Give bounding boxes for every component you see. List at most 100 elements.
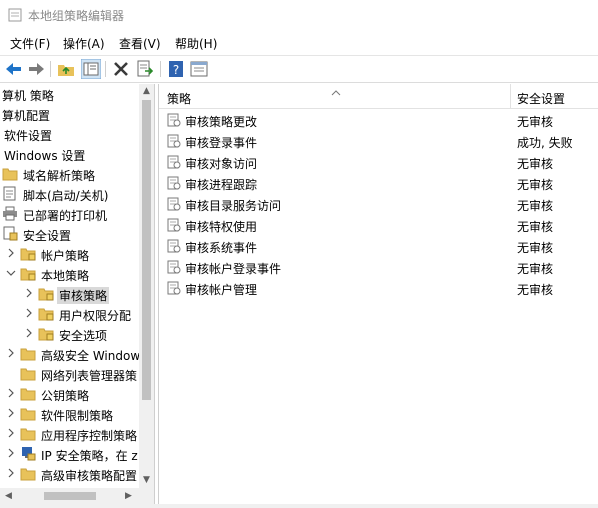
tree-item-windows-settings[interactable]: Windows 设置 <box>0 144 139 164</box>
tree-item-printers[interactable]: 已部署的打印机 <box>0 204 139 224</box>
policy-value: 无审核 <box>517 115 554 129</box>
tree-item-local-policies[interactable]: 本地策略 <box>0 264 139 284</box>
chevron-right-icon[interactable] <box>24 308 34 318</box>
menu-help[interactable]: 帮助(H) <box>175 35 217 52</box>
scrollbar-thumb[interactable] <box>142 100 151 400</box>
column-header-security-setting[interactable]: 安全设置 <box>517 90 565 107</box>
tree-vertical-scrollbar[interactable]: ▲ ▼ <box>139 84 154 488</box>
export-list-icon[interactable] <box>135 59 155 79</box>
policy-folder-icon <box>38 326 54 341</box>
title-bar: 本地组策略编辑器 <box>0 0 598 30</box>
properties-icon[interactable] <box>189 59 209 79</box>
tree-item-software-restriction[interactable]: 软件限制策略 <box>0 404 139 424</box>
policy-name: 审核对象访问 <box>185 157 258 171</box>
tree-item-account-policies[interactable]: 帐户策略 <box>0 244 139 264</box>
tree-item-label: 应用程序控制策略 <box>41 429 138 443</box>
tree-item-security-settings[interactable]: 安全设置 <box>0 224 139 244</box>
tree-item-label: 帐户策略 <box>41 249 90 263</box>
scroll-right-arrow-icon[interactable]: ▶ <box>124 492 133 501</box>
tree-item-user-rights[interactable]: 用户权限分配 <box>0 304 139 324</box>
policy-setting-icon <box>167 218 181 232</box>
tree-item-label: 脚本(启动/关机) <box>23 189 109 203</box>
policy-setting-icon <box>167 113 181 127</box>
policy-setting-icon <box>167 176 181 190</box>
chevron-right-icon[interactable] <box>24 328 34 338</box>
show-hide-tree-icon[interactable] <box>81 59 101 79</box>
chevron-right-icon[interactable] <box>6 348 16 358</box>
tree-item-computer-config[interactable]: 算机配置 <box>0 104 139 124</box>
policy-name: 审核进程跟踪 <box>185 178 258 192</box>
menu-view[interactable]: 查看(V) <box>119 35 161 52</box>
forward-arrow-icon[interactable] <box>26 59 46 79</box>
policy-value: 无审核 <box>517 262 554 276</box>
folder-icon <box>20 366 36 381</box>
folder-icon <box>20 346 36 361</box>
policy-setting-icon <box>167 134 181 148</box>
column-divider[interactable] <box>510 84 511 108</box>
tree-item-name-resolution[interactable]: 域名解析策略 <box>0 164 139 184</box>
scroll-left-arrow-icon[interactable]: ◀ <box>4 492 13 501</box>
tree-item-software-settings[interactable]: 软件设置 <box>0 124 139 144</box>
tree-item-audit-policy[interactable]: 审核策略 <box>0 284 139 304</box>
back-arrow-icon[interactable] <box>4 59 24 79</box>
printer-icon <box>2 206 18 221</box>
policy-row[interactable]: 审核策略更改 无审核 <box>159 110 598 131</box>
tree-item-public-key[interactable]: 公钥策略 <box>0 384 139 404</box>
tree-item-ip-security[interactable]: IP 安全策略，在 z <box>0 444 139 464</box>
chevron-right-icon[interactable] <box>6 448 16 458</box>
window-bottom-border <box>0 504 598 508</box>
tree-item-advanced-firewall[interactable]: 高级安全 Window <box>0 344 140 364</box>
chevron-right-icon[interactable] <box>6 408 16 418</box>
chevron-right-icon[interactable] <box>6 248 16 258</box>
policy-list-pane: 策略 安全设置 审核策略更改 无审核 审核登录事件 成功, 失败 审核对象访问 … <box>158 84 598 508</box>
policy-name: 审核帐户登录事件 <box>185 262 282 276</box>
tree-item-computer-policy[interactable]: 算机 策略 <box>0 84 139 104</box>
chevron-right-icon[interactable] <box>6 388 16 398</box>
policy-value: 无审核 <box>517 220 554 234</box>
chevron-right-icon[interactable] <box>24 288 34 298</box>
column-header-policy[interactable]: 策略 <box>167 90 191 107</box>
tree-item-label: 算机配置 <box>2 109 51 123</box>
folder-icon <box>20 426 36 441</box>
policy-row[interactable]: 审核特权使用 无审核 <box>159 215 598 236</box>
scrollbar-thumb[interactable] <box>44 492 96 500</box>
policy-value: 成功, 失败 <box>517 136 573 150</box>
tree-item-label: 域名解析策略 <box>23 169 96 183</box>
policy-value: 无审核 <box>517 241 554 255</box>
scroll-up-arrow-icon[interactable]: ▲ <box>142 87 151 96</box>
tree-item-label: 网络列表管理器策 <box>41 369 138 383</box>
policy-row[interactable]: 审核登录事件 成功, 失败 <box>159 131 598 152</box>
tree-horizontal-scrollbar[interactable]: ◀ ▶ <box>0 488 139 504</box>
up-folder-icon[interactable] <box>56 59 76 79</box>
menu-file[interactable]: 文件(F) <box>10 35 50 52</box>
policy-row[interactable]: 审核目录服务访问 无审核 <box>159 194 598 215</box>
policy-setting-icon <box>167 281 181 295</box>
chevron-right-icon[interactable] <box>6 428 16 438</box>
chevron-right-icon[interactable] <box>6 468 16 478</box>
tree-item-security-options[interactable]: 安全选项 <box>0 324 139 344</box>
policy-row[interactable]: 审核对象访问 无审核 <box>159 152 598 173</box>
policy-row[interactable]: 审核系统事件 无审核 <box>159 236 598 257</box>
scroll-down-arrow-icon[interactable]: ▼ <box>142 476 151 485</box>
tree-item-label: Windows 设置 <box>4 149 86 163</box>
policy-row[interactable]: 审核进程跟踪 无审核 <box>159 173 598 194</box>
tree-item-scripts[interactable]: 脚本(启动/关机) <box>0 184 139 204</box>
delete-icon[interactable] <box>111 59 131 79</box>
chevron-down-icon[interactable] <box>6 268 16 278</box>
toolbar: ? <box>0 55 598 83</box>
policy-setting-icon <box>167 239 181 253</box>
policy-folder-icon <box>20 266 36 281</box>
menu-action[interactable]: 操作(A) <box>63 35 105 52</box>
tree-item-advanced-audit[interactable]: 高级审核策略配置 <box>0 464 139 484</box>
tree-item-network-list[interactable]: 网络列表管理器策 <box>0 364 139 384</box>
tree-item-app-control[interactable]: 应用程序控制策略 <box>0 424 139 444</box>
policy-row[interactable]: 审核帐户登录事件 无审核 <box>159 257 598 278</box>
security-settings-icon <box>2 226 18 241</box>
script-icon <box>2 186 18 201</box>
policy-row[interactable]: 审核帐户管理 无审核 <box>159 278 598 299</box>
tree-item-label: 审核策略 <box>57 287 110 304</box>
sort-ascending-icon <box>331 85 341 96</box>
policy-folder-icon <box>38 286 54 301</box>
svg-text:?: ? <box>173 63 179 77</box>
help-icon[interactable]: ? <box>166 59 186 79</box>
